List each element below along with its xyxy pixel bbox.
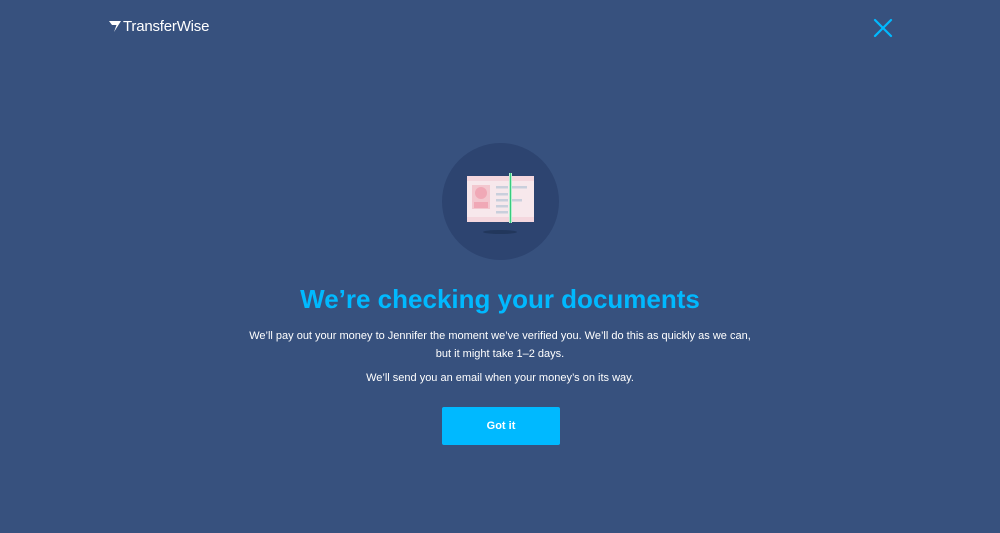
transferwise-logo[interactable]: TransferWise	[108, 16, 209, 36]
got-it-button[interactable]: Got it	[442, 407, 560, 445]
close-icon	[873, 18, 893, 38]
transferwise-flag-icon	[109, 21, 121, 32]
close-button[interactable]	[872, 17, 894, 39]
id-document-scan-icon	[467, 173, 534, 234]
page-title: We’re checking your documents	[300, 284, 700, 314]
description-text: We’ll pay out your money to Jennifer the…	[249, 330, 751, 360]
brand-name: TransferWise	[123, 17, 210, 35]
document-check-illustration	[442, 143, 559, 260]
email-note-text: We’ll send you an email when your money’…	[366, 372, 634, 384]
